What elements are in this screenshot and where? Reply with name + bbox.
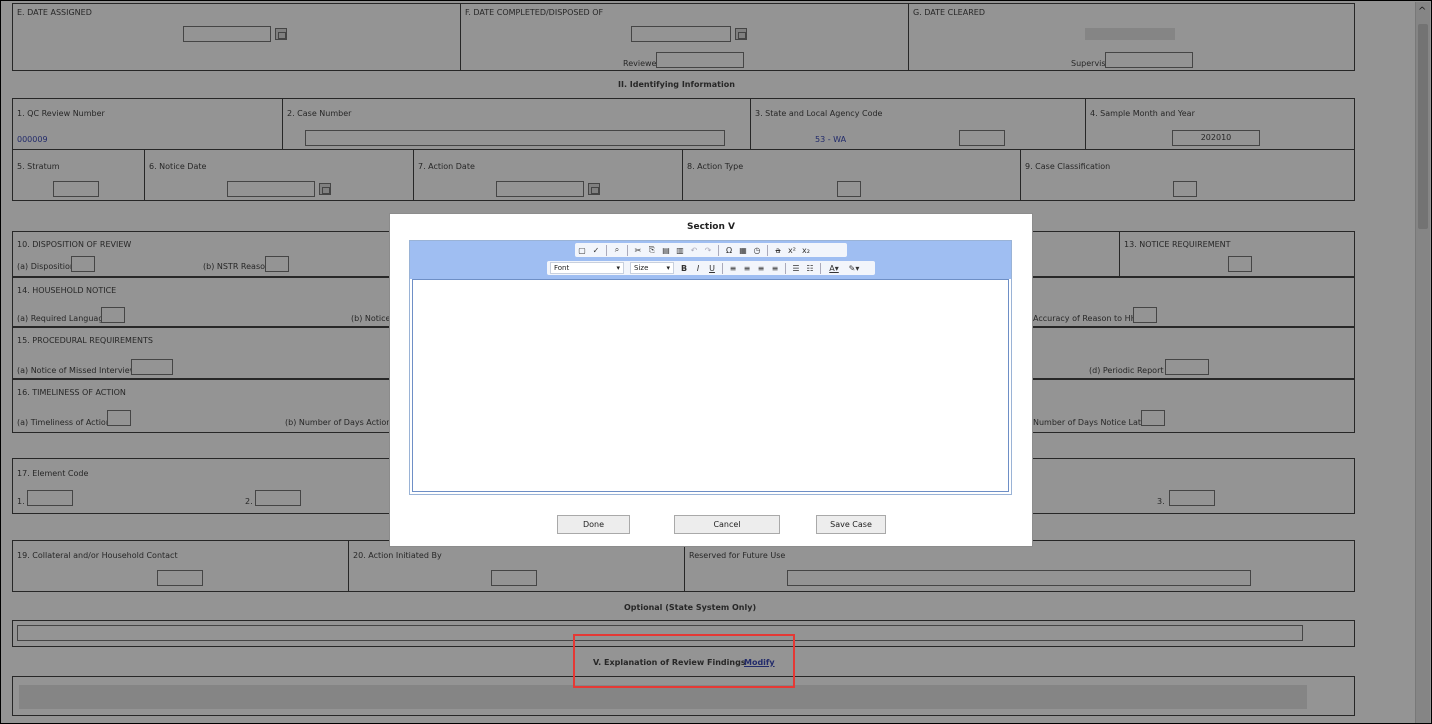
rich-text-editor: ▢ ✓ ⌕ ✂ ⎘ ▤ ▥ ↶ ↷ Ω ▦ ◷ a x² x₂ Font ▾ S… bbox=[409, 240, 1012, 495]
toolbar-separator bbox=[820, 262, 821, 274]
superscript-icon[interactable]: x² bbox=[786, 244, 798, 256]
align-right-icon[interactable]: ≡ bbox=[755, 262, 767, 274]
undo-icon[interactable]: ↶ bbox=[688, 244, 700, 256]
bold-icon[interactable]: B bbox=[678, 262, 690, 274]
text-color-icon[interactable]: A▾ bbox=[825, 262, 843, 274]
toolbar-row-1: ▢ ✓ ⌕ ✂ ⎘ ▤ ▥ ↶ ↷ Ω ▦ ◷ a x² x₂ bbox=[575, 243, 847, 257]
toolbar-separator bbox=[722, 262, 723, 274]
special-char-icon[interactable]: Ω bbox=[723, 244, 735, 256]
copy-icon[interactable]: ⎘ bbox=[646, 244, 658, 256]
highlight-color-icon[interactable]: ✎▾ bbox=[845, 262, 863, 274]
paste-icon[interactable]: ▤ bbox=[660, 244, 672, 256]
toolbar-separator bbox=[785, 262, 786, 274]
chevron-down-icon: ▾ bbox=[616, 264, 620, 272]
editor-toolbar: ▢ ✓ ⌕ ✂ ⎘ ▤ ▥ ↶ ↷ Ω ▦ ◷ a x² x₂ Font ▾ S… bbox=[410, 241, 1011, 279]
toolbar-separator bbox=[606, 244, 607, 256]
size-select-label: Size bbox=[634, 264, 649, 272]
highlight-box bbox=[573, 634, 795, 688]
redo-icon[interactable]: ↷ bbox=[702, 244, 714, 256]
done-button[interactable]: Done bbox=[557, 515, 630, 534]
font-select[interactable]: Font ▾ bbox=[550, 262, 624, 274]
bullet-list-icon[interactable]: ☷ bbox=[804, 262, 816, 274]
dialog-title: Section V bbox=[687, 222, 735, 232]
align-left-icon[interactable]: ≡ bbox=[727, 262, 739, 274]
toolbar-row-2: Font ▾ Size ▾ B I U ≡ ≡ ≡ ≡ ☰ ☷ A▾ ✎▾ bbox=[547, 261, 875, 275]
cut-icon[interactable]: ✂ bbox=[632, 244, 644, 256]
new-document-icon[interactable]: ▢ bbox=[576, 244, 588, 256]
font-select-label: Font bbox=[554, 264, 570, 272]
align-center-icon[interactable]: ≡ bbox=[741, 262, 753, 274]
section-v-dialog: Section V ▢ ✓ ⌕ ✂ ⎘ ▤ ▥ ↶ ↷ Ω ▦ ◷ a x² x… bbox=[389, 213, 1033, 547]
chevron-down-icon: ▾ bbox=[666, 264, 670, 272]
editor-text-area[interactable] bbox=[412, 279, 1009, 492]
find-icon[interactable]: ⌕ bbox=[611, 244, 623, 256]
size-select[interactable]: Size ▾ bbox=[630, 262, 674, 274]
toolbar-separator bbox=[718, 244, 719, 256]
app-window: E. DATE ASSIGNED F. DATE COMPLETED/DISPO… bbox=[0, 0, 1432, 724]
italic-icon[interactable]: I bbox=[692, 262, 704, 274]
cancel-button[interactable]: Cancel bbox=[674, 515, 780, 534]
underline-icon[interactable]: U bbox=[706, 262, 718, 274]
spellcheck-icon[interactable]: ✓ bbox=[590, 244, 602, 256]
justify-icon[interactable]: ≡ bbox=[769, 262, 781, 274]
table-icon[interactable]: ▦ bbox=[737, 244, 749, 256]
paste-text-icon[interactable]: ▥ bbox=[674, 244, 686, 256]
ordered-list-icon[interactable]: ☰ bbox=[790, 262, 802, 274]
toolbar-separator bbox=[627, 244, 628, 256]
subscript-icon[interactable]: x₂ bbox=[800, 244, 812, 256]
clock-icon[interactable]: ◷ bbox=[751, 244, 763, 256]
save-case-button[interactable]: Save Case bbox=[816, 515, 886, 534]
toolbar-separator bbox=[767, 244, 768, 256]
strikethrough-icon[interactable]: a bbox=[772, 244, 784, 256]
